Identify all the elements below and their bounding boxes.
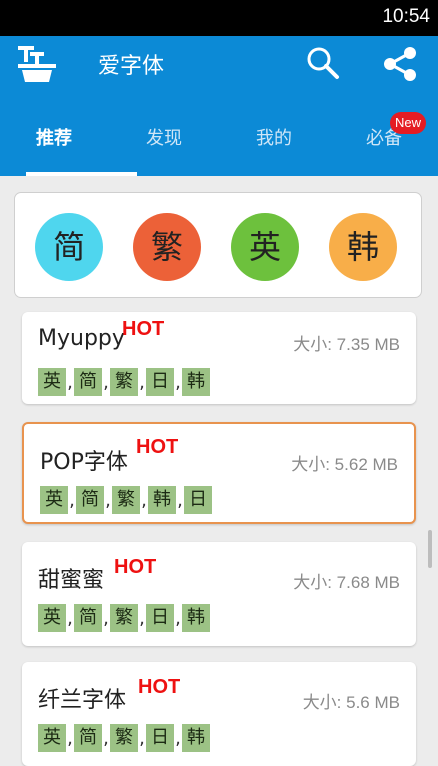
tag: 简 [74,604,102,632]
tag: 繁 [110,368,138,396]
hot-label: HOT [136,436,179,458]
hot-label: HOT [122,318,165,340]
app-bar: 爱字体 [0,36,438,92]
font-card[interactable]: POP字体 HOT 大小: 5.62 MB 英, 简, 繁, 韩, 日 [22,422,416,524]
tag: 日 [146,368,174,396]
tab-recommend[interactable]: 推荐 [36,124,72,150]
tag: 简 [76,486,104,514]
new-badge: New [390,112,426,134]
tag: 繁 [112,486,140,514]
tag: 英 [38,368,66,396]
font-name: POP字体 [40,450,128,475]
status-bar: 10:54 [0,0,438,36]
font-name: 甜蜜蜜 [38,568,105,593]
language-filter-card: 简 繁 英 韩 [14,192,422,298]
filter-traditional[interactable]: 繁 [133,213,201,281]
tab-mine[interactable]: 我的 [256,124,292,150]
tag: 英 [38,724,66,752]
language-tags: 英, 简, 繁, 日, 韩 [38,724,210,752]
app-logo-icon [18,46,56,82]
language-tags: 英, 简, 繁, 韩, 日 [40,486,212,514]
language-tags: 英, 简, 繁, 日, 韩 [38,368,210,396]
font-size: 大小: 5.6 MB [302,693,400,712]
tag: 简 [74,368,102,396]
font-card[interactable]: 甜蜜蜜 HOT 大小: 7.68 MB 英, 简, 繁, 日, 韩 [22,542,416,646]
tag: 日 [146,604,174,632]
language-tags: 英, 简, 繁, 日, 韩 [38,604,210,632]
font-size: 大小: 5.62 MB [291,455,398,474]
search-icon[interactable] [306,46,340,80]
tab-bar: 推荐 发现 我的 必备 New [0,92,438,176]
tag: 简 [74,724,102,752]
font-card[interactable]: Myuppy HOT 大小: 7.35 MB 英, 简, 繁, 日, 韩 [22,312,416,404]
font-size: 大小: 7.35 MB [293,335,400,354]
hot-label: HOT [114,556,157,578]
tag: 英 [40,486,68,514]
scrollbar[interactable] [428,530,432,568]
tag: 繁 [110,724,138,752]
tag: 韩 [182,724,210,752]
app-title: 爱字体 [98,54,165,79]
tab-discover[interactable]: 发现 [146,124,182,150]
tag: 韩 [182,368,210,396]
font-card[interactable]: 纤兰字体 HOT 大小: 5.6 MB 英, 简, 繁, 日, 韩 [22,662,416,766]
share-icon[interactable] [382,46,418,82]
font-name: 纤兰字体 [38,688,127,713]
tab-indicator [26,172,137,176]
tag: 英 [38,604,66,632]
tag: 韩 [182,604,210,632]
status-time: 10:54 [382,6,430,27]
tag: 繁 [110,604,138,632]
font-size: 大小: 7.68 MB [293,573,400,592]
filter-simplified[interactable]: 简 [35,213,103,281]
hot-label: HOT [138,676,181,698]
filter-korean[interactable]: 韩 [329,213,397,281]
filter-english[interactable]: 英 [231,213,299,281]
tag: 日 [146,724,174,752]
font-name: Myuppy [38,326,125,351]
tag: 日 [184,486,212,514]
tag: 韩 [148,486,176,514]
